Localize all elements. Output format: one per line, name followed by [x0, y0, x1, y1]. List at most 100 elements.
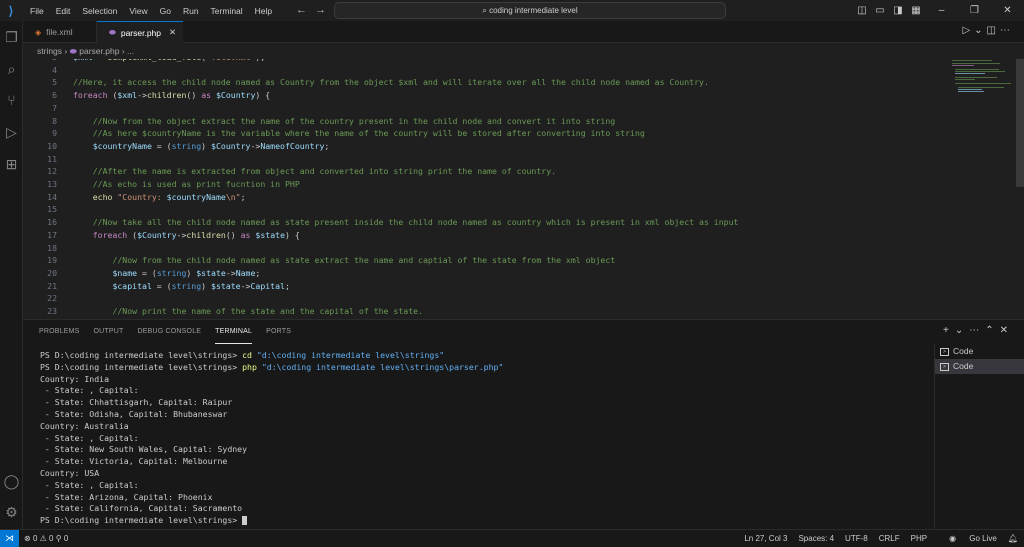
- code-line[interactable]: 15: [23, 203, 963, 216]
- code-line[interactable]: 18: [23, 242, 963, 255]
- terminal-argument: "d:\coding intermediate level\strings\pa…: [256, 361, 504, 372]
- code-line[interactable]: 11: [23, 153, 963, 166]
- code-line[interactable]: 22: [23, 292, 963, 305]
- menu-item-help[interactable]: Help: [249, 6, 278, 16]
- terminal-instance[interactable]: > Code: [935, 359, 1024, 374]
- menu-item-terminal[interactable]: Terminal: [205, 6, 249, 16]
- code-editor[interactable]: 3$xml = simplexml_load_file("file.xml");…: [23, 59, 1024, 319]
- back-arrow-icon[interactable]: ←: [296, 4, 315, 16]
- toggle-panel-icon[interactable]: ▭: [871, 5, 889, 16]
- terminal-output-text: - State: Victoria, Capital: Melbourne: [40, 456, 228, 467]
- menu-item-edit[interactable]: Edit: [50, 6, 77, 16]
- code-line[interactable]: 10 $countryName = (string) $Country->Nam…: [23, 140, 963, 153]
- code-line[interactable]: 17 foreach ($Country->children() as $sta…: [23, 229, 963, 242]
- terminal-instance[interactable]: > Code: [935, 344, 1024, 359]
- terminal-line: - State: California, Capital: Sacramento: [40, 503, 920, 515]
- customize-layout-icon[interactable]: ▦: [907, 5, 925, 16]
- tab-file-xml[interactable]: ◈ file.xml: [23, 21, 97, 43]
- terminal-output-text: Country: India: [40, 373, 110, 384]
- terminal-output-text: - State: , Capital:: [40, 479, 139, 490]
- restore-button[interactable]: ❐: [958, 5, 991, 16]
- tab-debug-console[interactable]: DEBUG CONSOLE: [137, 320, 201, 344]
- code-token: "Country:: [117, 191, 167, 202]
- run-file-icon[interactable]: ▷: [962, 25, 974, 36]
- code-token: //Here, it access the child node named a…: [73, 77, 709, 88]
- breadcrumb-rest[interactable]: ...: [127, 46, 134, 56]
- more-actions-icon[interactable]: ⋯: [969, 325, 985, 336]
- code-line[interactable]: 7: [23, 102, 963, 115]
- go-live-button[interactable]: ◉ Go Live: [938, 530, 997, 547]
- terminal-output[interactable]: PS D:\coding intermediate level\strings>…: [40, 350, 920, 530]
- code-token: $state: [196, 267, 226, 278]
- tab-ports[interactable]: PORTS: [266, 320, 291, 344]
- new-terminal-icon[interactable]: +: [943, 325, 955, 336]
- end-of-line[interactable]: CRLF: [879, 530, 900, 547]
- settings-gear-icon[interactable]: ⚙: [3, 504, 20, 521]
- split-editor-icon[interactable]: ◫: [987, 25, 1000, 36]
- status-problems[interactable]: ⊗ 0 ⚠ 0 ⚲ 0: [24, 530, 68, 547]
- close-window-button[interactable]: ✕: [991, 5, 1024, 16]
- chevron-down-icon[interactable]: ⌄: [974, 25, 986, 36]
- tab-terminal[interactable]: TERMINAL: [215, 320, 253, 344]
- code-line[interactable]: 4: [23, 64, 963, 77]
- line-number: 17: [47, 229, 57, 240]
- forward-arrow-icon[interactable]: →: [315, 4, 334, 16]
- window-controls: ◫ ▭ ◨ ▦ – ❐ ✕: [853, 0, 1024, 21]
- menu-item-file[interactable]: File: [24, 6, 50, 16]
- notifications-bell-icon[interactable]: 🔔︎: [1008, 530, 1018, 547]
- toggle-secondary-sidebar-icon[interactable]: ◨: [889, 5, 907, 16]
- menu-item-view[interactable]: View: [123, 6, 153, 16]
- maximize-panel-icon[interactable]: ⌃: [985, 325, 999, 336]
- cursor-position[interactable]: Ln 27, Col 3: [744, 530, 787, 547]
- extensions-icon[interactable]: ⊞: [3, 156, 20, 173]
- menu-item-go[interactable]: Go: [154, 6, 177, 16]
- code-line[interactable]: 9 //As here $countryName is the variable…: [23, 127, 963, 140]
- explorer-icon[interactable]: ❐: [3, 29, 20, 46]
- breadcrumb-file[interactable]: parser.php: [79, 46, 119, 56]
- language-mode[interactable]: PHP: [911, 530, 927, 547]
- code-line[interactable]: 8 //Now from the object extract the name…: [23, 115, 963, 128]
- run-debug-icon[interactable]: ▷: [3, 124, 20, 141]
- code-line[interactable]: 6 foreach ($xml->children() as $Country) …: [23, 89, 963, 102]
- remote-indicator-icon[interactable]: ⋊: [0, 530, 19, 547]
- code-line[interactable]: 19 //Now from the child node named as st…: [23, 254, 963, 267]
- code-line[interactable]: 21 $capital = (string) $state->Capital;: [23, 280, 963, 293]
- php-file-icon: ⬬: [109, 27, 116, 37]
- tab-output[interactable]: OUTPUT: [94, 320, 124, 344]
- tab-problems[interactable]: PROBLEMS: [39, 320, 80, 344]
- code-token: ->: [240, 280, 251, 291]
- breadcrumb-folder[interactable]: strings: [37, 46, 62, 56]
- chevron-down-icon[interactable]: ⌄: [955, 325, 969, 336]
- code-line[interactable]: 20 $name = (string) $state->Name;: [23, 267, 963, 280]
- code-line[interactable]: 23 //Now print the name of the state and…: [23, 305, 963, 318]
- editor-scrollbar[interactable]: [1016, 59, 1024, 187]
- code-token: foreach: [92, 229, 128, 240]
- terminal-output-text: - State: California, Capital: Sacramento: [40, 503, 243, 514]
- nav-arrows[interactable]: ←→: [296, 4, 334, 16]
- code-line[interactable]: 16 //Now take all the child node named a…: [23, 216, 963, 229]
- encoding[interactable]: UTF-8: [845, 530, 868, 547]
- code-line[interactable]: 5 //Here, it access the child node named …: [23, 76, 963, 89]
- code-line[interactable]: 14 echo "Country: $countryName\n";: [23, 191, 963, 204]
- source-control-icon[interactable]: ⑂: [3, 92, 20, 109]
- command-center-search[interactable]: ⌕ coding intermediate level: [334, 2, 726, 19]
- menu-item-selection[interactable]: Selection: [76, 6, 123, 16]
- tab-parser-php[interactable]: ⬬ parser.php ✕: [97, 21, 183, 43]
- close-panel-icon[interactable]: ✕: [1000, 325, 1014, 336]
- minimize-button[interactable]: –: [925, 5, 958, 16]
- toggle-primary-sidebar-icon[interactable]: ◫: [853, 5, 871, 16]
- code-line[interactable]: 13 //As echo is used as print fucntion i…: [23, 178, 963, 191]
- account-icon[interactable]: ◯: [3, 473, 20, 490]
- menu-item-run[interactable]: Run: [177, 6, 205, 16]
- terminal-cursor: [242, 516, 248, 526]
- close-icon[interactable]: ✕: [169, 27, 176, 38]
- more-actions-icon[interactable]: ⋯: [1000, 25, 1014, 36]
- code-token: //Now from the object extract the name o…: [92, 115, 616, 126]
- search-view-icon[interactable]: ⌕: [3, 61, 20, 78]
- code-line[interactable]: 12 //After the name is extracted from ob…: [23, 165, 963, 178]
- code-token: as: [240, 229, 251, 240]
- indentation[interactable]: Spaces: 4: [798, 530, 834, 547]
